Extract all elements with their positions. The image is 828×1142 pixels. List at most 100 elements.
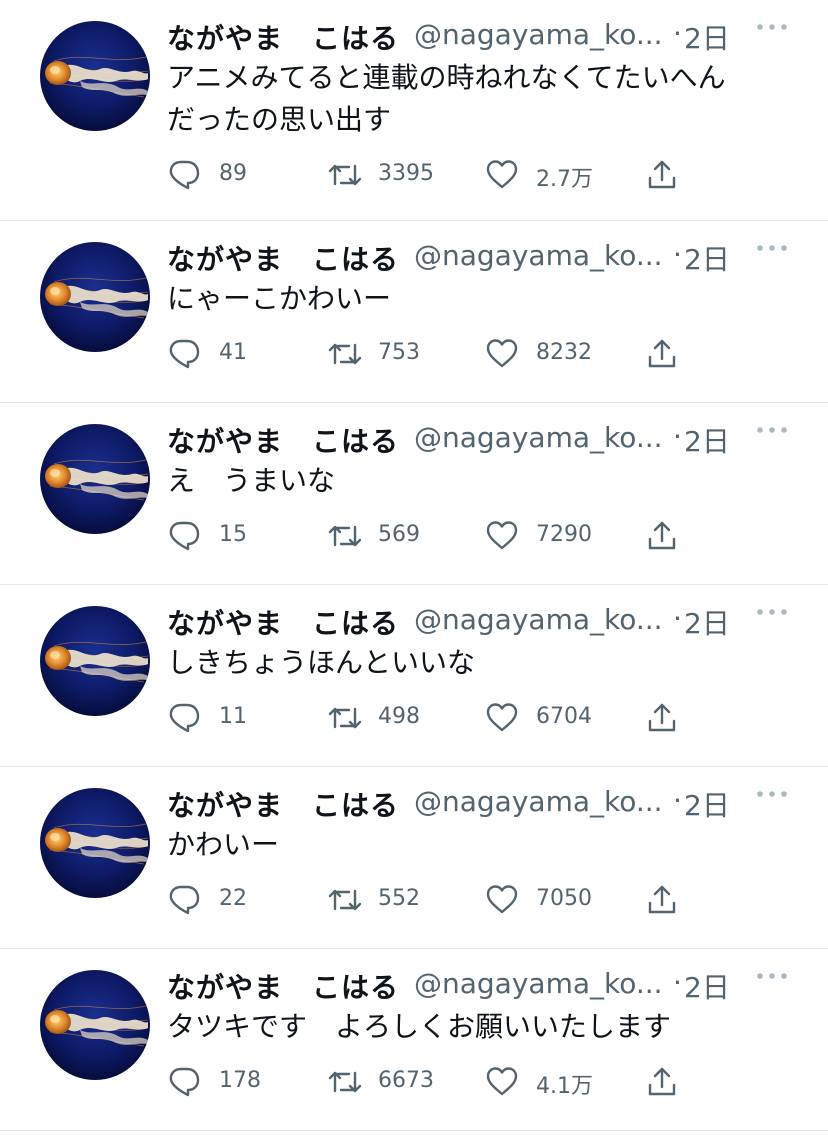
dot-separator: · xyxy=(673,966,682,999)
more-dots-icon[interactable] xyxy=(754,233,790,263)
timestamp[interactable]: 2日 xyxy=(684,420,730,460)
jellyfish-avatar-image xyxy=(40,606,150,716)
tweet-text-line: タツキです よろしくお願いいたします xyxy=(167,1010,672,1043)
tweet-actions: 41 753 8232 xyxy=(167,337,807,371)
dot-separator: · xyxy=(673,784,682,817)
avatar[interactable] xyxy=(40,21,150,131)
tweet-text-line: にゃーこかわいー xyxy=(167,282,392,315)
display-name[interactable]: ながやま こはる xyxy=(167,238,399,278)
retweet-icon xyxy=(328,343,362,365)
tweet-text-line: え うまいな xyxy=(167,464,336,497)
more-dots-icon[interactable] xyxy=(754,415,790,445)
timestamp[interactable]: 2日 xyxy=(684,966,730,1006)
share-upload-icon xyxy=(648,703,676,732)
tweet[interactable]: ながやま こはる @nagayama_ko... · 2日 アニメみてると連載の… xyxy=(0,0,828,221)
share-upload-icon xyxy=(648,521,676,550)
reply-count: 15 xyxy=(219,522,247,547)
retweet-count: 6673 xyxy=(378,1068,434,1093)
more-dots-icon[interactable] xyxy=(754,12,790,42)
retweet-icon xyxy=(328,707,362,729)
user-handle[interactable]: @nagayama_ko... xyxy=(414,967,663,1000)
like-count: 7050 xyxy=(536,886,592,911)
user-handle[interactable]: @nagayama_ko... xyxy=(414,239,663,272)
share-upload-icon xyxy=(648,885,676,914)
tweet-header: ながやま こはる @nagayama_ko... · 2日 xyxy=(167,238,828,278)
tweet-header: ながやま こはる @nagayama_ko... · 2日 xyxy=(167,17,828,57)
reply-count: 41 xyxy=(219,340,247,365)
avatar[interactable] xyxy=(40,788,150,898)
timestamp[interactable]: 2日 xyxy=(684,784,730,824)
tweet[interactable]: ながやま こはる @nagayama_ko... · 2日 しきちょうほんといい… xyxy=(0,585,828,767)
like-count: 4.1万 xyxy=(536,1074,593,1099)
share-upload-icon xyxy=(648,160,676,189)
dot-separator: · xyxy=(673,602,682,635)
like-count: 8232 xyxy=(536,340,592,365)
jellyfish-avatar-image xyxy=(40,242,150,352)
share-upload-icon xyxy=(648,1067,676,1096)
user-handle[interactable]: @nagayama_ko... xyxy=(414,421,663,454)
more-dots-icon[interactable] xyxy=(754,779,790,809)
tweet-header: ながやま こはる @nagayama_ko... · 2日 xyxy=(167,784,828,824)
tweet-text: え うまいな xyxy=(167,460,807,502)
speech-bubble-icon xyxy=(169,521,200,551)
speech-bubble-icon xyxy=(169,885,200,915)
jellyfish-avatar-image xyxy=(40,424,150,534)
display-name[interactable]: ながやま こはる xyxy=(167,17,399,57)
speech-bubble-icon xyxy=(169,1067,200,1097)
tweet[interactable]: ながやま こはる @nagayama_ko... · 2日 タツキです よろしく… xyxy=(0,949,828,1131)
retweet-icon xyxy=(328,1071,362,1093)
display-name[interactable]: ながやま こはる xyxy=(167,966,399,1006)
heart-icon xyxy=(486,339,518,368)
user-handle[interactable]: @nagayama_ko... xyxy=(414,785,663,818)
display-name[interactable]: ながやま こはる xyxy=(167,784,399,824)
display-name[interactable]: ながやま こはる xyxy=(167,602,399,642)
timestamp[interactable]: 2日 xyxy=(684,17,730,57)
dot-separator: · xyxy=(673,420,682,453)
speech-bubble-icon xyxy=(169,160,200,190)
reply-count: 178 xyxy=(219,1068,261,1093)
retweet-count: 552 xyxy=(378,886,420,911)
tweet[interactable]: ながやま こはる @nagayama_ko... · 2日 え うまいな 15 xyxy=(0,403,828,585)
like-count: 2.7万 xyxy=(536,167,593,192)
more-dots-icon[interactable] xyxy=(754,961,790,991)
jellyfish-avatar-image xyxy=(40,788,150,898)
user-handle[interactable]: @nagayama_ko... xyxy=(414,18,663,51)
avatar[interactable] xyxy=(40,606,150,716)
heart-icon xyxy=(486,885,518,914)
jellyfish-avatar-image xyxy=(40,970,150,1080)
timestamp[interactable]: 2日 xyxy=(684,238,730,278)
heart-icon xyxy=(486,521,518,550)
reply-count: 22 xyxy=(219,886,247,911)
dot-separator: · xyxy=(673,238,682,271)
tweet-text: タツキです よろしくお願いいたします xyxy=(167,1006,807,1048)
tweet-header: ながやま こはる @nagayama_ko... · 2日 xyxy=(167,420,828,460)
tweet[interactable]: ながやま こはる @nagayama_ko... · 2日 かわいー 22 55… xyxy=(0,767,828,949)
dot-separator: · xyxy=(673,17,682,50)
avatar[interactable] xyxy=(40,242,150,352)
more-dots-icon[interactable] xyxy=(754,597,790,627)
display-name[interactable]: ながやま こはる xyxy=(167,420,399,460)
reply-count: 89 xyxy=(219,161,247,186)
tweet-actions: 15 569 7290 xyxy=(167,519,807,553)
retweet-count: 569 xyxy=(378,522,420,547)
tweet-text: アニメみてると連載の時ねれなくてたいへん だったの思い出す xyxy=(167,57,807,141)
tweet-text-line: かわいー xyxy=(167,828,280,861)
tweet-actions: 89 3395 2.7万 xyxy=(167,158,807,192)
avatar[interactable] xyxy=(40,970,150,1080)
user-handle[interactable]: @nagayama_ko... xyxy=(414,603,663,636)
tweet-actions: 178 6673 4.1万 xyxy=(167,1065,807,1099)
heart-icon xyxy=(486,1067,518,1096)
reply-count: 11 xyxy=(219,704,247,729)
tweet-actions: 11 498 6704 xyxy=(167,701,807,735)
tweet-text-line: だったの思い出す xyxy=(167,103,392,136)
heart-icon xyxy=(486,703,518,732)
tweet[interactable]: ながやま こはる @nagayama_ko... · 2日 にゃーこかわいー 4… xyxy=(0,221,828,403)
timestamp[interactable]: 2日 xyxy=(684,602,730,642)
tweet-header: ながやま こはる @nagayama_ko... · 2日 xyxy=(167,966,828,1006)
jellyfish-avatar-image xyxy=(40,21,150,131)
tweet-text-line: アニメみてると連載の時ねれなくてたいへん xyxy=(167,61,726,94)
avatar[interactable] xyxy=(40,424,150,534)
tweet-text: かわいー xyxy=(167,824,807,866)
retweet-count: 3395 xyxy=(378,161,434,186)
share-upload-icon xyxy=(648,339,676,368)
